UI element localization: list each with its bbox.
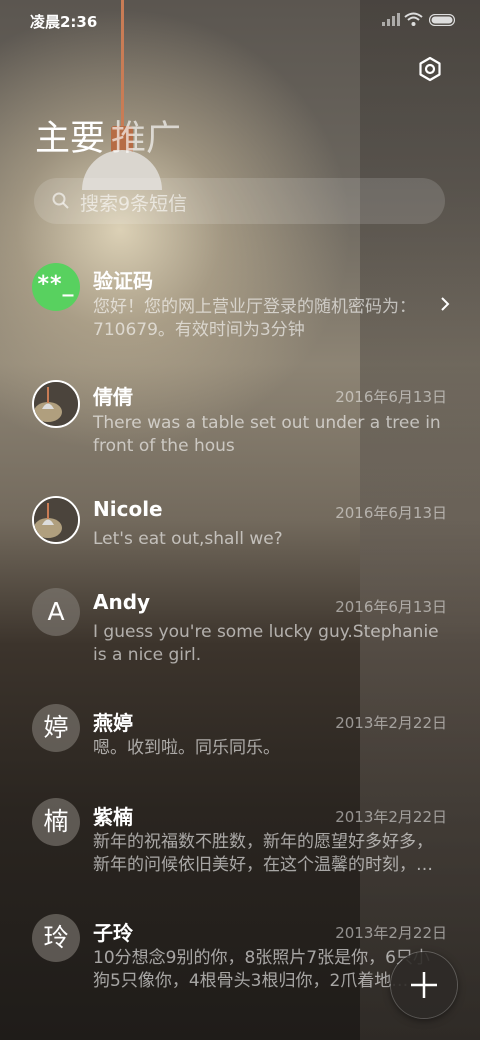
thread-preview: Let's eat out,shall we? [93,529,283,549]
thread-name: 燕婷 [93,711,133,735]
thread-row[interactable]: A Andy 2016年6月13日 I guess you're some lu… [0,580,480,690]
thread-row[interactable]: **_ 验证码 您好！您的网上营业厅登录的随机密码为：710679。有效时间为3… [0,255,480,365]
avatar: 楠 [32,798,80,846]
message-thread-list: **_ 验证码 您好！您的网上营业厅登录的随机密码为：710679。有效时间为3… [0,0,480,1040]
avatar [32,380,80,428]
thread-date: 2016年6月13日 [335,504,447,522]
chevron-right-icon[interactable] [440,296,450,312]
thread-name: 倩倩 [93,385,133,409]
thread-date: 2013年2月22日 [335,924,447,942]
thread-row[interactable]: 倩倩 2016年6月13日 There was a table set out … [0,370,480,480]
thread-name: 子玲 [93,921,133,945]
avatar [32,496,80,544]
photo-avatar-icon [34,382,78,426]
avatar: A [32,588,80,636]
photo-avatar-icon [34,498,78,542]
thread-preview: I guess you're some lucky guy.Stephanie … [93,622,439,665]
thread-row[interactable]: 楠 紫楠 2013年2月22日 新年的祝福数不胜数，新年的愿望好多好多，新年的问… [0,790,480,900]
thread-date: 2016年6月13日 [335,598,447,616]
thread-preview: 您好！您的网上营业厅登录的随机密码为：710679。有效时间为3分钟 [93,297,416,340]
plus-icon [411,972,437,998]
thread-preview: There was a table set out under a tree i… [93,413,441,456]
thread-name: 验证码 [93,269,153,293]
avatar: 玲 [32,914,80,962]
thread-date: 2013年2月22日 [335,808,447,826]
thread-name: 紫楠 [93,805,133,829]
avatar: **_ [32,263,80,311]
thread-preview: 新年的祝福数不胜数，新年的愿望好多好多，新年的问候依旧美好，在这个温馨的时刻，… [93,832,433,875]
thread-date: 2016年6月13日 [335,388,447,406]
avatar: 婷 [32,704,80,752]
thread-name: Andy [93,590,151,614]
thread-name: Nicole [93,497,163,521]
thread-preview: 嗯。收到啦。同乐同乐。 [93,738,280,758]
thread-date: 2013年2月22日 [335,714,447,732]
compose-button[interactable] [391,952,457,1018]
